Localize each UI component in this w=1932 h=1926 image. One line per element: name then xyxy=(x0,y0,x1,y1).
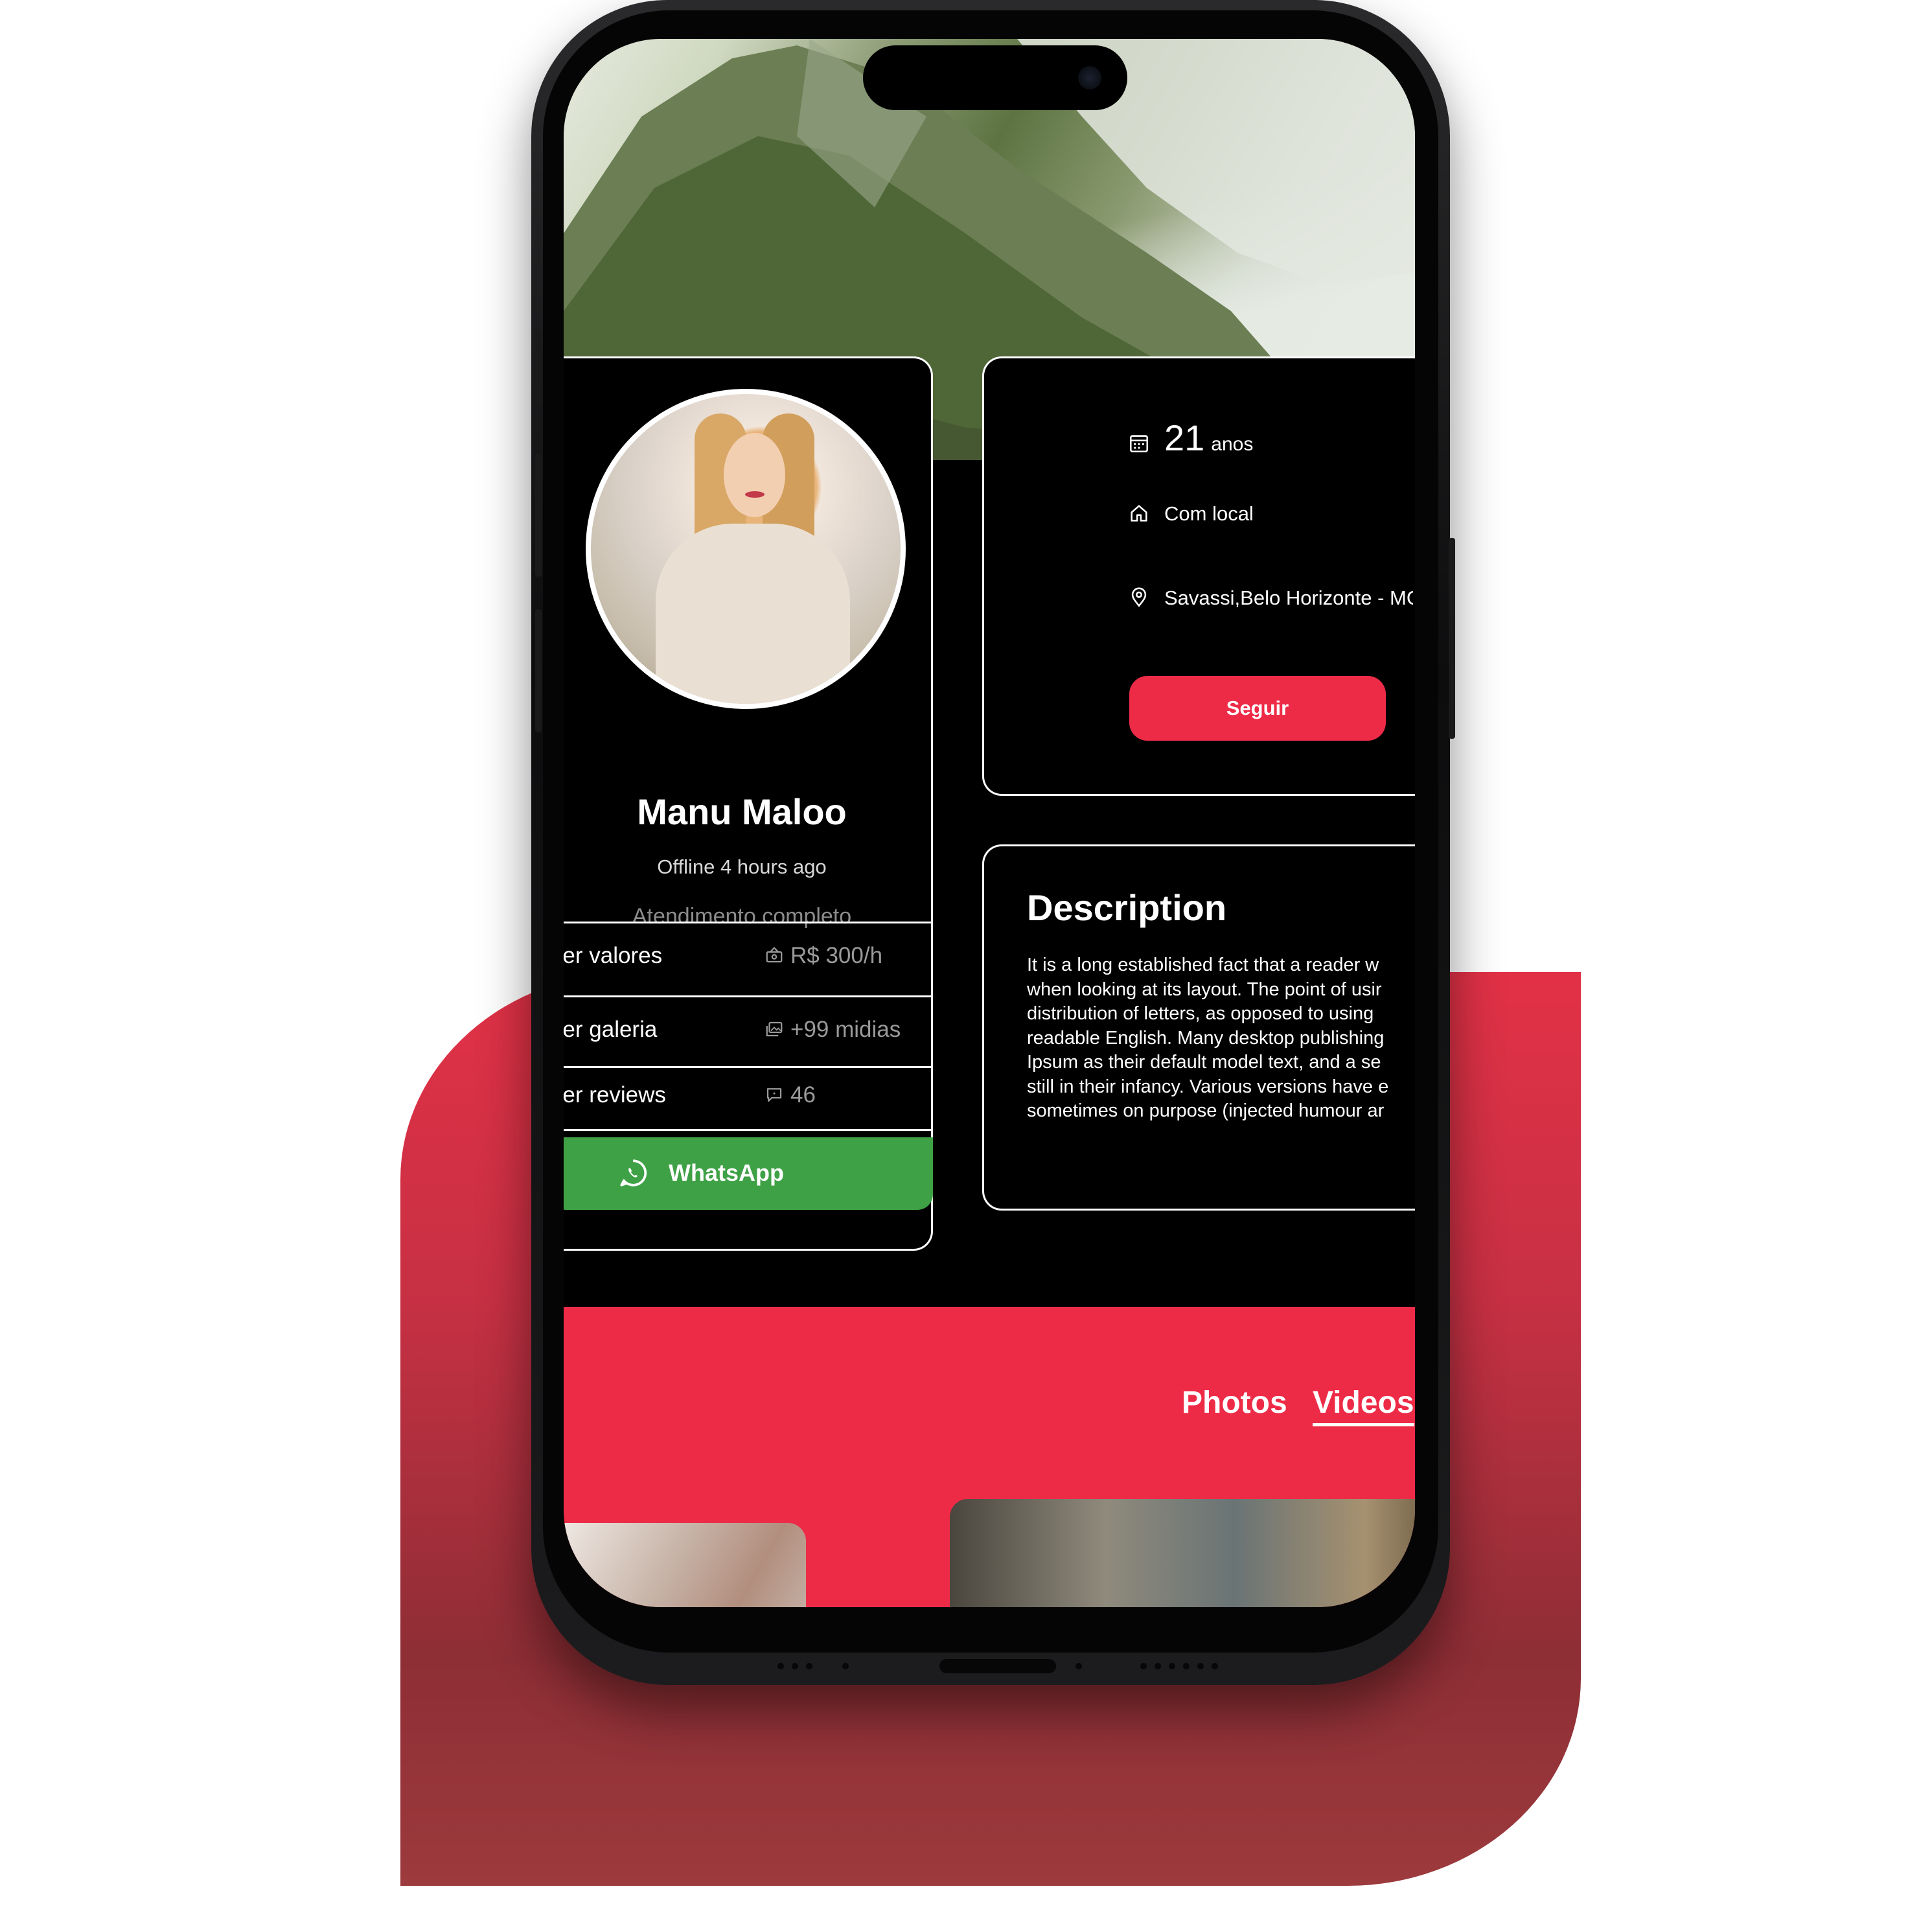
description-line: still in their infancy. Various versions… xyxy=(1027,1076,1389,1097)
front-camera-icon xyxy=(1078,66,1101,89)
description-line: Ipsum as their default model text, and a… xyxy=(1027,1052,1381,1073)
location-text: Savassi,Belo Horizonte - MG xyxy=(1164,586,1413,609)
speaker-grill-dot xyxy=(842,1663,849,1669)
whatsapp-icon xyxy=(620,1159,647,1187)
calendar-icon xyxy=(1129,435,1149,453)
power-button xyxy=(1449,538,1455,739)
location-row: Savassi,Belo Horizonte - MG xyxy=(1128,583,1413,610)
speaker-grill-dot xyxy=(1140,1663,1147,1669)
speaker-grill-dot xyxy=(792,1663,798,1669)
whatsapp-label: WhatsApp xyxy=(669,1159,784,1186)
speaker-grill-dot xyxy=(1197,1663,1204,1669)
speaker-grill-dot xyxy=(1075,1663,1082,1669)
tab-photos[interactable]: Photos xyxy=(1182,1385,1287,1421)
description-line: It is a long established fact that a rea… xyxy=(1027,955,1379,975)
dynamic-island xyxy=(863,45,1127,110)
video-thumbnail[interactable] xyxy=(950,1499,1415,1607)
photo-thumbnail[interactable] xyxy=(564,1523,806,1607)
profile-card xyxy=(564,356,933,1251)
whatsapp-button[interactable]: WhatsApp xyxy=(564,1137,933,1210)
info-card: 21 anos Com local Savassi,Belo Horizonte… xyxy=(982,356,1415,796)
speaker-grill-dot xyxy=(1155,1663,1161,1669)
description-line: when looking at its layout. The point of… xyxy=(1027,979,1382,1000)
charging-port xyxy=(939,1659,1056,1673)
description-line: distribution of letters, as opposed to u… xyxy=(1027,1003,1374,1024)
speaker-grill-dot xyxy=(1169,1663,1175,1669)
place-row: Com local xyxy=(1128,498,1254,526)
action-button xyxy=(535,331,542,402)
volume-up-button xyxy=(535,454,542,577)
follow-button[interactable]: Seguir xyxy=(1129,676,1386,741)
description-card: Description It is a long established fac… xyxy=(982,844,1415,1211)
speaker-grill-dot xyxy=(777,1663,784,1669)
age-unit: anos xyxy=(1211,434,1254,455)
age-row: 21 anos xyxy=(1128,417,1253,459)
description-line: sometimes on purpose (injected humour ar xyxy=(1027,1100,1385,1121)
tab-videos[interactable]: Videos xyxy=(1313,1385,1414,1426)
speaker-grill-dot xyxy=(1212,1663,1218,1669)
location-pin-icon xyxy=(1131,587,1147,607)
volume-down-button xyxy=(535,609,542,732)
speaker-grill-dot xyxy=(1183,1663,1190,1669)
place-text: Com local xyxy=(1164,502,1254,525)
description-title: Description xyxy=(1027,887,1227,928)
age-value: 21 xyxy=(1164,417,1205,458)
description-line: readable English. Many desktop publishin… xyxy=(1027,1027,1385,1049)
speaker-grill-dot xyxy=(806,1663,812,1669)
description-body: It is a long established fact that a rea… xyxy=(1027,953,1415,1124)
home-icon xyxy=(1131,505,1147,522)
phone-screen: 21 anos Com local Savassi,Belo Horizonte… xyxy=(564,39,1415,1607)
